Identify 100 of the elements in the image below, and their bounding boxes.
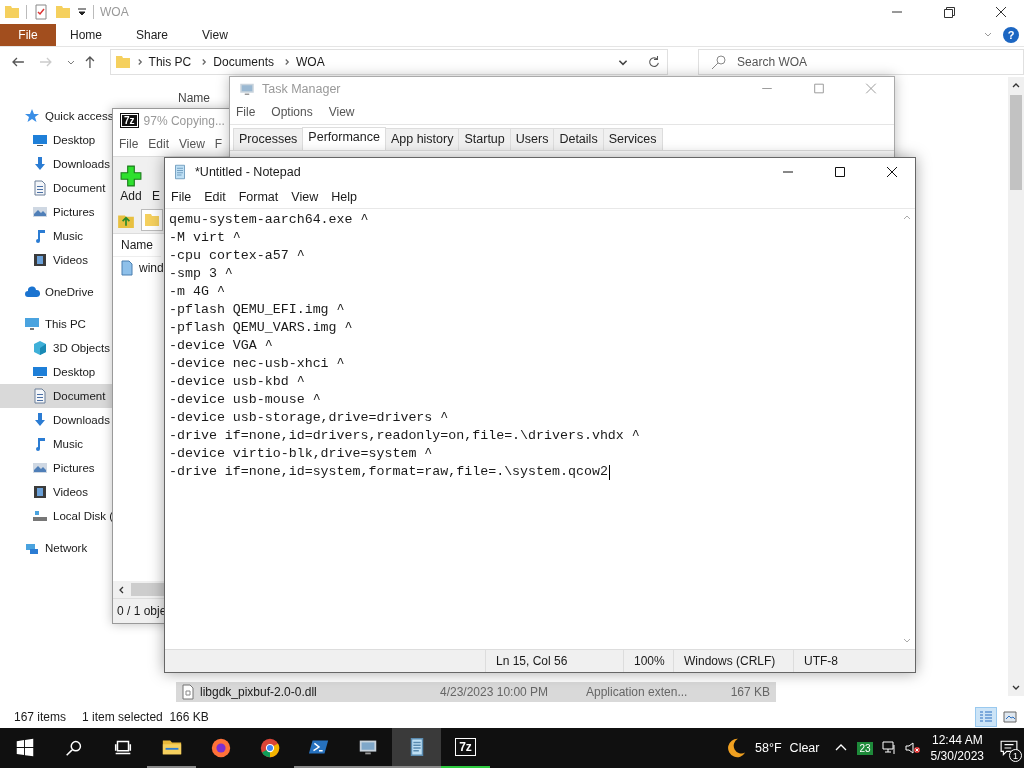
- menu-item[interactable]: View: [328, 105, 355, 119]
- nav-item[interactable]: Desktop: [0, 128, 112, 152]
- column-header[interactable]: Name: [113, 234, 161, 257]
- code-line: qemu-system-aarch64.exe ^: [169, 211, 369, 229]
- code-line: -device usb-storage,drive=drivers ^: [169, 409, 449, 427]
- file-icon: [119, 260, 135, 276]
- code-line: -smp 3 ^: [169, 265, 233, 283]
- weather-condition[interactable]: Clear: [789, 741, 820, 755]
- nav-item[interactable]: Network: [0, 536, 112, 560]
- tab[interactable]: Processes: [233, 128, 304, 150]
- nav-item[interactable]: Videos: [0, 480, 112, 504]
- file-icon: [180, 684, 196, 700]
- item-count: 167 items: [14, 710, 67, 724]
- folder-icon: [114, 54, 131, 70]
- menu-item[interactable]: File: [236, 105, 256, 119]
- clock-date[interactable]: 5/30/2023: [930, 748, 984, 764]
- app-logo: 7z: [455, 738, 476, 756]
- monitor-icon: [32, 364, 48, 380]
- nav-item[interactable]: Document: [0, 384, 112, 408]
- cube-icon: [32, 340, 48, 356]
- browser-wheel-icon: [258, 737, 281, 759]
- scrollbar[interactable]: [1008, 77, 1024, 696]
- properties-icon[interactable]: [33, 4, 49, 20]
- menu-item[interactable]: Options: [271, 105, 313, 119]
- file-row[interactable]: libgdk_pixbuf-2.0-0.dll 4/23/2023 10:00 PM Application exten... 167 KB: [176, 682, 776, 702]
- down-arrow-icon: [32, 412, 48, 428]
- menu-item[interactable]: Edit: [204, 190, 226, 204]
- tab[interactable]: Users: [509, 128, 555, 150]
- window-title: 97% Copying...: [143, 113, 225, 128]
- tab[interactable]: Services: [602, 128, 663, 150]
- menu-item[interactable]: Format: [238, 190, 279, 204]
- nav-item[interactable]: OneDrive: [0, 280, 112, 304]
- temperature[interactable]: 58°F: [755, 741, 782, 755]
- path-segment[interactable]: WOA: [296, 55, 329, 69]
- file-name: libgdk_pixbuf-2.0-0.dll: [200, 685, 318, 699]
- code-line: -m 4G ^: [169, 283, 225, 301]
- nav-item[interactable]: 3D Objects: [0, 336, 112, 360]
- help-button[interactable]: ?: [1003, 27, 1019, 43]
- menu-item[interactable]: Edit: [148, 137, 170, 151]
- film-icon: [32, 252, 48, 268]
- path-segment[interactable]: Documents: [213, 55, 278, 69]
- plus-icon[interactable]: [120, 165, 142, 187]
- scrollbar-thumb[interactable]: [131, 583, 164, 596]
- thumbnail-view-icon[interactable]: [1000, 708, 1020, 726]
- column-header[interactable]: Name: [178, 91, 210, 105]
- menu-item[interactable]: View: [291, 190, 319, 204]
- code-line: -device VGA ^: [169, 337, 273, 355]
- nav-item[interactable]: Music: [0, 432, 112, 456]
- ribbon-tab[interactable]: Share: [122, 24, 189, 46]
- search-icon: [710, 54, 727, 70]
- nav-item[interactable]: Quick access: [0, 104, 112, 128]
- document-icon: [32, 388, 48, 404]
- scrollbar-thumb[interactable]: [1010, 95, 1022, 190]
- nav-item[interactable]: Downloads: [0, 408, 112, 432]
- code-line: -pflash QEMU_EFI.img ^: [169, 301, 345, 319]
- path-segment[interactable]: This PC: [148, 55, 196, 69]
- menu-item[interactable]: F: [214, 137, 223, 151]
- taskbar-app[interactable]: 7z: [441, 728, 490, 768]
- nav-item[interactable]: Downloads: [0, 152, 112, 176]
- computer-icon: [24, 316, 40, 332]
- menu-item[interactable]: File: [171, 190, 192, 204]
- address-bar[interactable]: This PC Documents WOA: [109, 49, 669, 75]
- menu-item[interactable]: File: [119, 137, 139, 151]
- tab[interactable]: Startup: [458, 128, 511, 150]
- tray-badge[interactable]: 23: [857, 741, 873, 755]
- file-name[interactable]: wind: [139, 261, 164, 275]
- speaker-muted-icon[interactable]: [904, 740, 921, 756]
- nav-item[interactable]: Pictures: [0, 456, 112, 480]
- path-field[interactable]: [141, 209, 163, 231]
- nav-item[interactable]: This PC: [0, 312, 112, 336]
- menu-item[interactable]: Help: [331, 190, 357, 204]
- dropdown-icon[interactable]: [77, 7, 87, 17]
- picture-icon: [32, 204, 48, 220]
- notification-button[interactable]: 1: [994, 728, 1024, 768]
- taskbar-app[interactable]: [392, 728, 441, 768]
- menu-item[interactable]: View: [179, 137, 205, 151]
- zoom-level: 100%: [623, 650, 673, 672]
- nav-item[interactable]: Document: [0, 176, 112, 200]
- toolbar-label[interactable]: Add: [120, 189, 142, 203]
- nav-item[interactable]: Music: [0, 224, 112, 248]
- code-line: -device usb-kbd ^: [169, 373, 305, 391]
- code-line: -device usb-mouse ^: [169, 391, 321, 409]
- horizontal-scrollbar[interactable]: [113, 581, 164, 598]
- clock-time[interactable]: 12:44 AM: [931, 732, 983, 748]
- ribbon-tab[interactable]: Home: [56, 24, 122, 46]
- refresh-icon[interactable]: [647, 55, 662, 69]
- nav-item[interactable]: Desktop: [0, 360, 112, 384]
- tab[interactable]: App history: [384, 128, 460, 150]
- nav-item[interactable]: Videos: [0, 248, 112, 272]
- document-icon: [32, 180, 48, 196]
- ribbon-tab[interactable]: View: [188, 24, 248, 46]
- file-size: 167 KB: [729, 685, 770, 699]
- search-field[interactable]: Search WOA: [698, 49, 1024, 75]
- file-type: Application exten...: [586, 685, 689, 699]
- file-tab[interactable]: File: [0, 24, 56, 46]
- nav-item[interactable]: Pictures: [0, 200, 112, 224]
- network-icon[interactable]: [880, 740, 897, 756]
- toolbar-label[interactable]: E: [152, 189, 160, 203]
- tab[interactable]: Details: [553, 128, 604, 150]
- window-title: WOA: [100, 5, 129, 19]
